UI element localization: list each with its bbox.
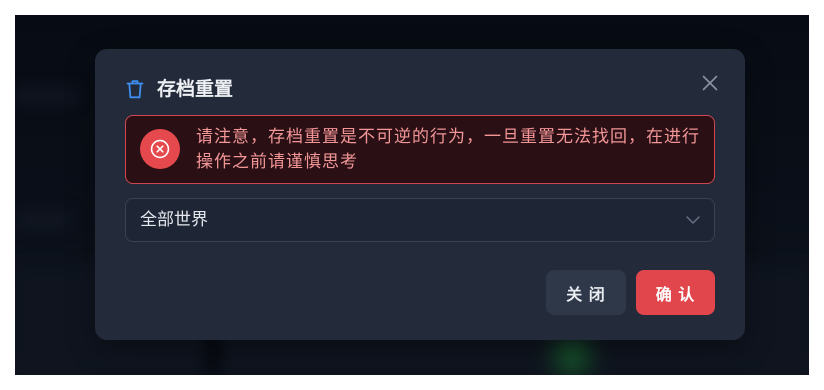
close-icon[interactable] [702, 75, 718, 91]
circle-x-icon [150, 139, 170, 159]
reset-save-dialog: 存档重置 请注意，存档重置是不可逆的行为，一旦重置无法找回，在进行 操作之前请谨… [95, 49, 745, 340]
trash-icon [126, 80, 144, 99]
alert-message-line: 请注意，存档重置是不可逆的行为，一旦重置无法找回，在进行 [196, 127, 700, 146]
chevron-down-icon [686, 216, 700, 224]
world-select-value: 全部世界 [140, 210, 208, 229]
alert-message-line: 操作之前请谨慎思考 [196, 152, 358, 171]
trash-icon [126, 79, 144, 99]
dialog-title: 存档重置 [157, 79, 234, 100]
world-select[interactable]: 全部世界 [125, 198, 715, 242]
confirm-button[interactable]: 确 认 [636, 270, 715, 315]
chevron-down-icon [686, 216, 700, 224]
alert-message: 请注意，存档重置是不可逆的行为，一旦重置无法找回，在进行 操作之前请谨慎思考 [196, 124, 700, 174]
close-icon[interactable] [702, 75, 718, 91]
warning-alert: 请注意，存档重置是不可逆的行为，一旦重置无法找回，在进行 操作之前请谨慎思考 [125, 115, 715, 184]
close-button[interactable]: 关 闭 [546, 270, 626, 315]
circle-x-icon [140, 129, 180, 169]
app-window: 存档重置 请注意，存档重置是不可逆的行为，一旦重置无法找回，在进行 操作之前请谨… [15, 15, 809, 375]
